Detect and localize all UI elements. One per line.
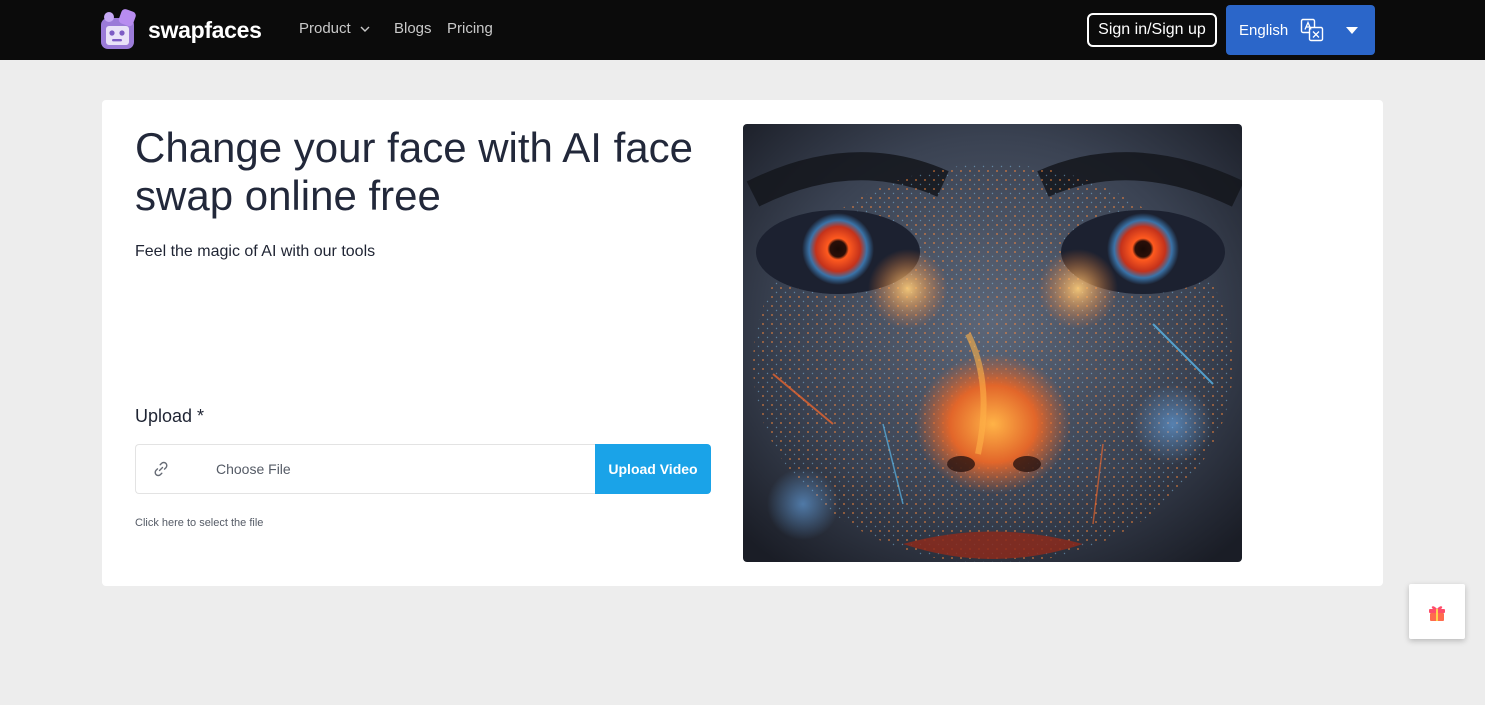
caret-down-icon	[1346, 27, 1358, 34]
link-icon	[154, 461, 168, 477]
upload-hint: Click here to select the file	[135, 517, 264, 529]
language-label: English	[1239, 21, 1289, 39]
top-navbar: swapfaces Product Blogs Pricing Sign in/…	[0, 0, 1485, 60]
nav-pricing-link[interactable]: Pricing	[447, 20, 493, 37]
file-placeholder: Choose File	[216, 461, 291, 477]
nav-blogs-link[interactable]: Blogs	[394, 20, 432, 37]
upload-control: Choose File Upload Video	[135, 444, 711, 494]
gift-button[interactable]	[1409, 584, 1465, 639]
gift-icon	[1429, 605, 1445, 621]
chevron-down-icon	[360, 26, 370, 32]
file-chooser[interactable]: Choose File	[135, 444, 595, 494]
page-title: Change your face with AI face swap onlin…	[135, 124, 693, 219]
nav-product-menu[interactable]: Product	[299, 20, 371, 37]
brand-name: swapfaces	[148, 16, 262, 43]
swapfaces-logo-icon	[100, 9, 142, 51]
upload-video-button[interactable]: Upload Video	[595, 444, 711, 494]
nav-product-label: Product	[299, 20, 351, 37]
hero-face-image	[743, 124, 1242, 562]
face-swap-card: Change your face with AI face swap onlin…	[102, 100, 1383, 586]
page-subtitle: Feel the magic of AI with our tools	[135, 243, 376, 260]
upload-label: Upload *	[135, 406, 205, 426]
translate-icon	[1300, 18, 1324, 42]
brand-logo-link[interactable]: swapfaces	[100, 8, 262, 52]
signin-signup-button[interactable]: Sign in/Sign up	[1087, 13, 1217, 47]
language-selector[interactable]: English	[1226, 5, 1375, 55]
